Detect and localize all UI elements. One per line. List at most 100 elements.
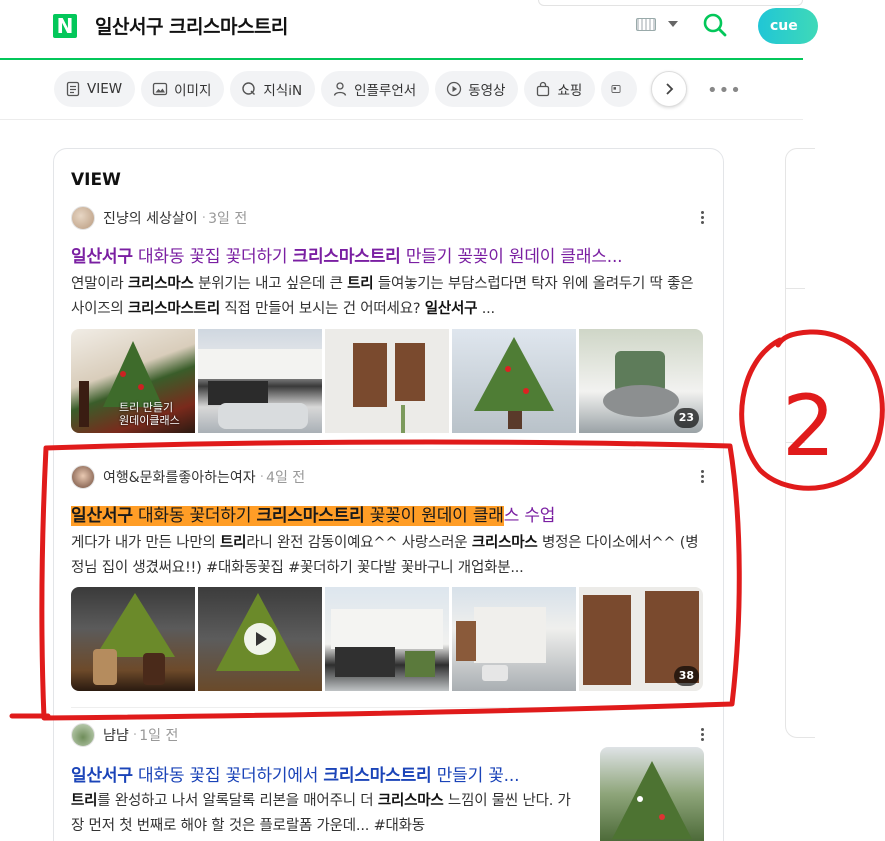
post-title[interactable]: 일산서구 대화동 꽃집 꽃더하기 크리스마스트리 만들기 꽂꽂이 원데이 클래스… bbox=[71, 242, 704, 267]
storefront-image bbox=[331, 609, 443, 677]
search-input[interactable]: 일산서구 크리스마스트리 bbox=[95, 12, 288, 39]
search-icon[interactable] bbox=[702, 12, 728, 38]
author-name[interactable]: 여행&문화를좋아하는여자 bbox=[103, 467, 256, 487]
post-image[interactable]: 23 bbox=[579, 329, 703, 433]
tab-view[interactable]: VIEW bbox=[54, 71, 136, 107]
tab-kin[interactable]: 지식iN bbox=[230, 71, 316, 107]
image-caption: 트리 만들기 원데이클래스 bbox=[119, 401, 180, 427]
separator-dot: · bbox=[259, 469, 265, 485]
divider bbox=[71, 707, 704, 708]
search-header: N 일산서구 크리스마스트리 cue bbox=[0, 0, 818, 60]
post-title[interactable]: 일산서구 대화동 꽃집 꽃더하기에서 크리스마스트리 만들기 꽃... bbox=[71, 761, 586, 786]
title-text: 스 수업 bbox=[503, 506, 556, 526]
cue-button[interactable]: cue bbox=[758, 8, 818, 44]
play-icon bbox=[447, 81, 462, 97]
avatar[interactable] bbox=[71, 723, 95, 747]
naver-logo[interactable]: N bbox=[53, 14, 77, 38]
suggest-panel-edge bbox=[538, 0, 803, 6]
tab-more-partial[interactable] bbox=[601, 71, 638, 107]
title-keyword-highlighted: 일산서구 bbox=[71, 506, 133, 526]
menu-board-image bbox=[353, 343, 425, 433]
post-image[interactable] bbox=[198, 587, 322, 691]
title-text: 만들기 꽃... bbox=[431, 766, 520, 786]
chevron-down-icon[interactable] bbox=[668, 21, 678, 27]
title-keyword: 크리스마스트리 bbox=[323, 766, 432, 786]
post-image[interactable] bbox=[71, 587, 195, 691]
building-image bbox=[456, 607, 546, 681]
divider bbox=[0, 119, 803, 120]
divider bbox=[785, 442, 805, 443]
title-text: 대화동 꽃집 꽃더하기에서 bbox=[132, 766, 324, 786]
post-author[interactable]: 진냥의 세상살이 · 3일 전 bbox=[71, 206, 247, 230]
post-item: 여행&문화를좋아하는여자 · 4일 전 일산서구 대화동 꽃더하기 크리스마스트… bbox=[71, 465, 704, 695]
post-item: 냠냠 · 1일 전 일산서구 대화동 꽃집 꽃더하기에서 크리스마스트리 만들기… bbox=[71, 723, 704, 841]
person-icon bbox=[333, 82, 347, 96]
post-description[interactable]: 연말이라 크리스마스 분위기는 내고 싶은데 큰 트리 들여놓기는 부담스럽다면… bbox=[71, 272, 704, 322]
post-image[interactable] bbox=[600, 747, 704, 841]
image-icon bbox=[152, 82, 168, 96]
tab-label: 쇼핑 bbox=[557, 83, 583, 99]
desc-text: ... bbox=[477, 301, 495, 317]
tree-image bbox=[474, 337, 554, 429]
tab-label: 이미지 bbox=[174, 83, 212, 99]
author-name[interactable]: 진냥의 세상살이 bbox=[103, 208, 198, 228]
section-title: VIEW bbox=[71, 170, 121, 190]
post-image[interactable]: 38 bbox=[579, 587, 703, 691]
more-menu-icon[interactable]: ••• bbox=[707, 80, 742, 101]
post-image[interactable]: 트리 만들기 원데이클래스 bbox=[71, 329, 195, 433]
tab-label: 인플루언서 bbox=[354, 83, 417, 99]
desc-keyword: 크리스마스트리 bbox=[127, 301, 220, 317]
post-image[interactable] bbox=[198, 329, 322, 433]
avatar[interactable] bbox=[71, 465, 95, 489]
post-author[interactable]: 냠냠 · 1일 전 bbox=[71, 723, 178, 747]
post-image[interactable] bbox=[452, 587, 576, 691]
desc-keyword: 트리 bbox=[71, 793, 98, 809]
thumbnail-strip: 38 bbox=[71, 587, 703, 691]
kebab-menu-icon[interactable] bbox=[700, 726, 704, 744]
news-icon bbox=[611, 85, 621, 93]
post-description[interactable]: 트리를 완성하고 나서 알록달록 리본을 매어주니 더 크리스마스 느낌이 물씬… bbox=[71, 789, 581, 839]
separator-dot: · bbox=[201, 210, 207, 226]
bag-icon bbox=[537, 81, 550, 97]
post-image[interactable] bbox=[452, 329, 576, 433]
tree-image bbox=[93, 593, 175, 685]
desc-keyword: 트리 bbox=[347, 276, 374, 292]
document-icon bbox=[66, 81, 80, 97]
tab-shopping[interactable]: 쇼핑 bbox=[524, 71, 596, 107]
post-time: 4일 전 bbox=[266, 470, 306, 486]
keyboard-icon[interactable] bbox=[636, 18, 656, 31]
title-text: 대화동 꽃집 꽃더하기 bbox=[132, 247, 293, 267]
tab-image[interactable]: 이미지 bbox=[141, 71, 225, 107]
post-title[interactable]: 일산서구 대화동 꽃더하기 크리스마스트리 꽃꽂이 원데이 클래스 수업 bbox=[71, 501, 704, 526]
title-text: 만들기 꽂꽂이 원데이 클래스... bbox=[400, 247, 623, 267]
play-icon[interactable] bbox=[244, 623, 276, 655]
tab-video[interactable]: 동영상 bbox=[435, 71, 519, 107]
desc-keyword: 크리스마스 bbox=[471, 535, 538, 551]
desc-text: 를 완성하고 나서 알록달록 리본을 매어주니 더 bbox=[97, 793, 378, 809]
storefront-image bbox=[198, 349, 322, 429]
post-author[interactable]: 여행&문화를좋아하는여자 · 4일 전 bbox=[71, 465, 305, 489]
chevron-right-icon bbox=[666, 83, 674, 95]
post-time: 3일 전 bbox=[208, 211, 248, 227]
kebab-menu-icon[interactable] bbox=[700, 209, 704, 227]
tab-label: 지식iN bbox=[263, 83, 303, 99]
tab-influencer[interactable]: 인플루언서 bbox=[321, 71, 430, 107]
divider bbox=[785, 288, 805, 289]
tab-label: VIEW bbox=[87, 81, 123, 97]
tab-label: 동영상 bbox=[468, 83, 506, 99]
post-image[interactable] bbox=[325, 587, 449, 691]
title-keyword: 일산서구 bbox=[71, 766, 133, 786]
divider bbox=[71, 449, 704, 450]
tabs-next-button[interactable] bbox=[651, 71, 687, 107]
post-description[interactable]: 게다가 내가 만든 나만의 트리라니 완전 감동이예요^^ 사랑스러운 크리스마… bbox=[71, 531, 704, 581]
author-name[interactable]: 냠냠 bbox=[103, 725, 129, 745]
desc-keyword: 일산서구 bbox=[424, 301, 478, 317]
avatar[interactable] bbox=[71, 206, 95, 230]
desc-keyword: 크리스마스 bbox=[377, 793, 444, 809]
desc-text: 직접 만들어 보시는 건 어떠세요? bbox=[219, 301, 425, 317]
desc-text: 라니 완전 감동이예요^^ 사랑스러운 bbox=[246, 535, 472, 551]
kebab-menu-icon[interactable] bbox=[700, 468, 704, 486]
post-image[interactable] bbox=[325, 329, 449, 433]
desc-text: 게다가 내가 만든 나만의 bbox=[71, 535, 221, 551]
image-count-badge: 38 bbox=[673, 666, 699, 686]
